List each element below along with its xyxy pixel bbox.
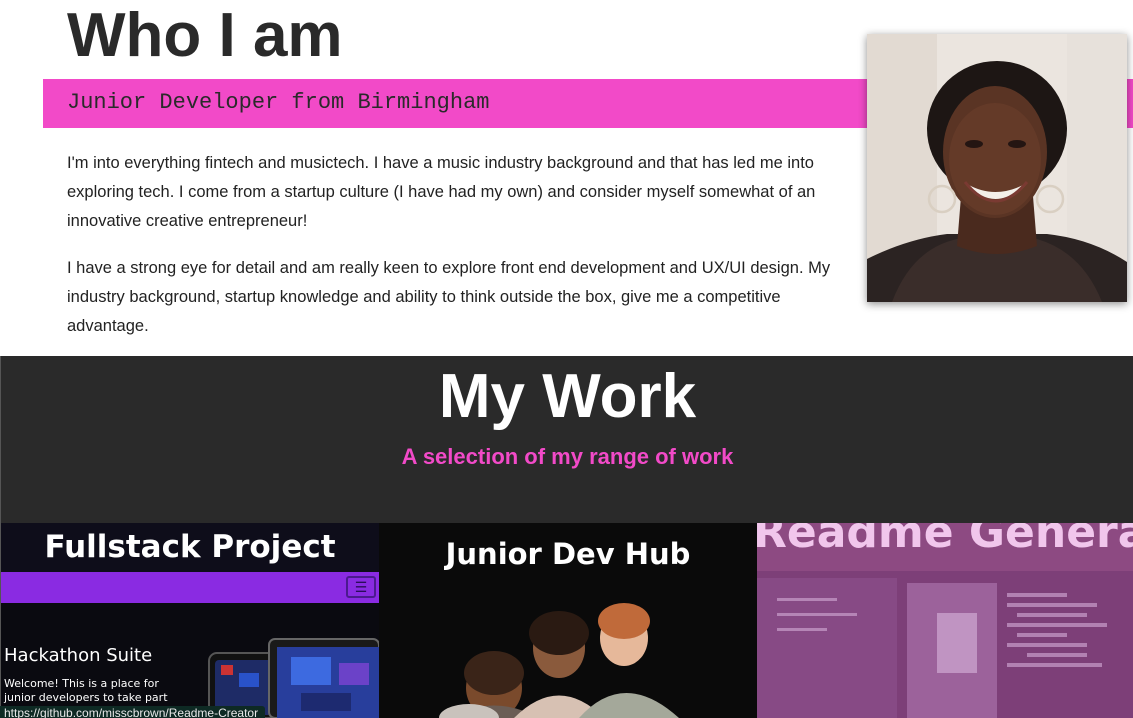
about-paragraph-2: I have a strong eye for detail and am re… (67, 259, 831, 335)
project-card-readme-generator[interactable]: Readme Generato (757, 523, 1133, 718)
hamburger-icon: ☰ (346, 576, 376, 598)
project-title-junior-dev-hub: Junior Dev Hub (445, 537, 691, 571)
about-paragraph-1: I'm into everything fintech and musictec… (67, 154, 816, 230)
project-card-junior-dev-hub[interactable]: Junior Dev Hub (379, 523, 757, 718)
preview-text: Welcome! This is a place for junior deve… (4, 677, 168, 704)
project-title-readme-generator: Readme Generato (757, 523, 1133, 558)
work-subtitle: A selection of my range of work (401, 444, 734, 469)
work-title: My Work (438, 362, 697, 431)
link-status-bar: https://github.com/misscbrown/Readme-Cre… (0, 706, 266, 718)
subtitle-text: Junior Developer from Birmingham (67, 90, 490, 115)
project-title-fullstack: Fullstack Project (44, 529, 336, 565)
project-card-fullstack[interactable]: Fullstack Project ☰ Hackathon Suite Welc… (1, 523, 379, 718)
preview-heading: Hackathon Suite (4, 645, 153, 666)
profile-photo (867, 34, 1127, 302)
work-section: My Work A selection of my range of work … (0, 356, 1133, 718)
about-section: Who I am Junior Developer from Birmingha… (0, 0, 1133, 356)
preview-navbar (1, 572, 379, 603)
about-title: Who I am (67, 1, 343, 70)
